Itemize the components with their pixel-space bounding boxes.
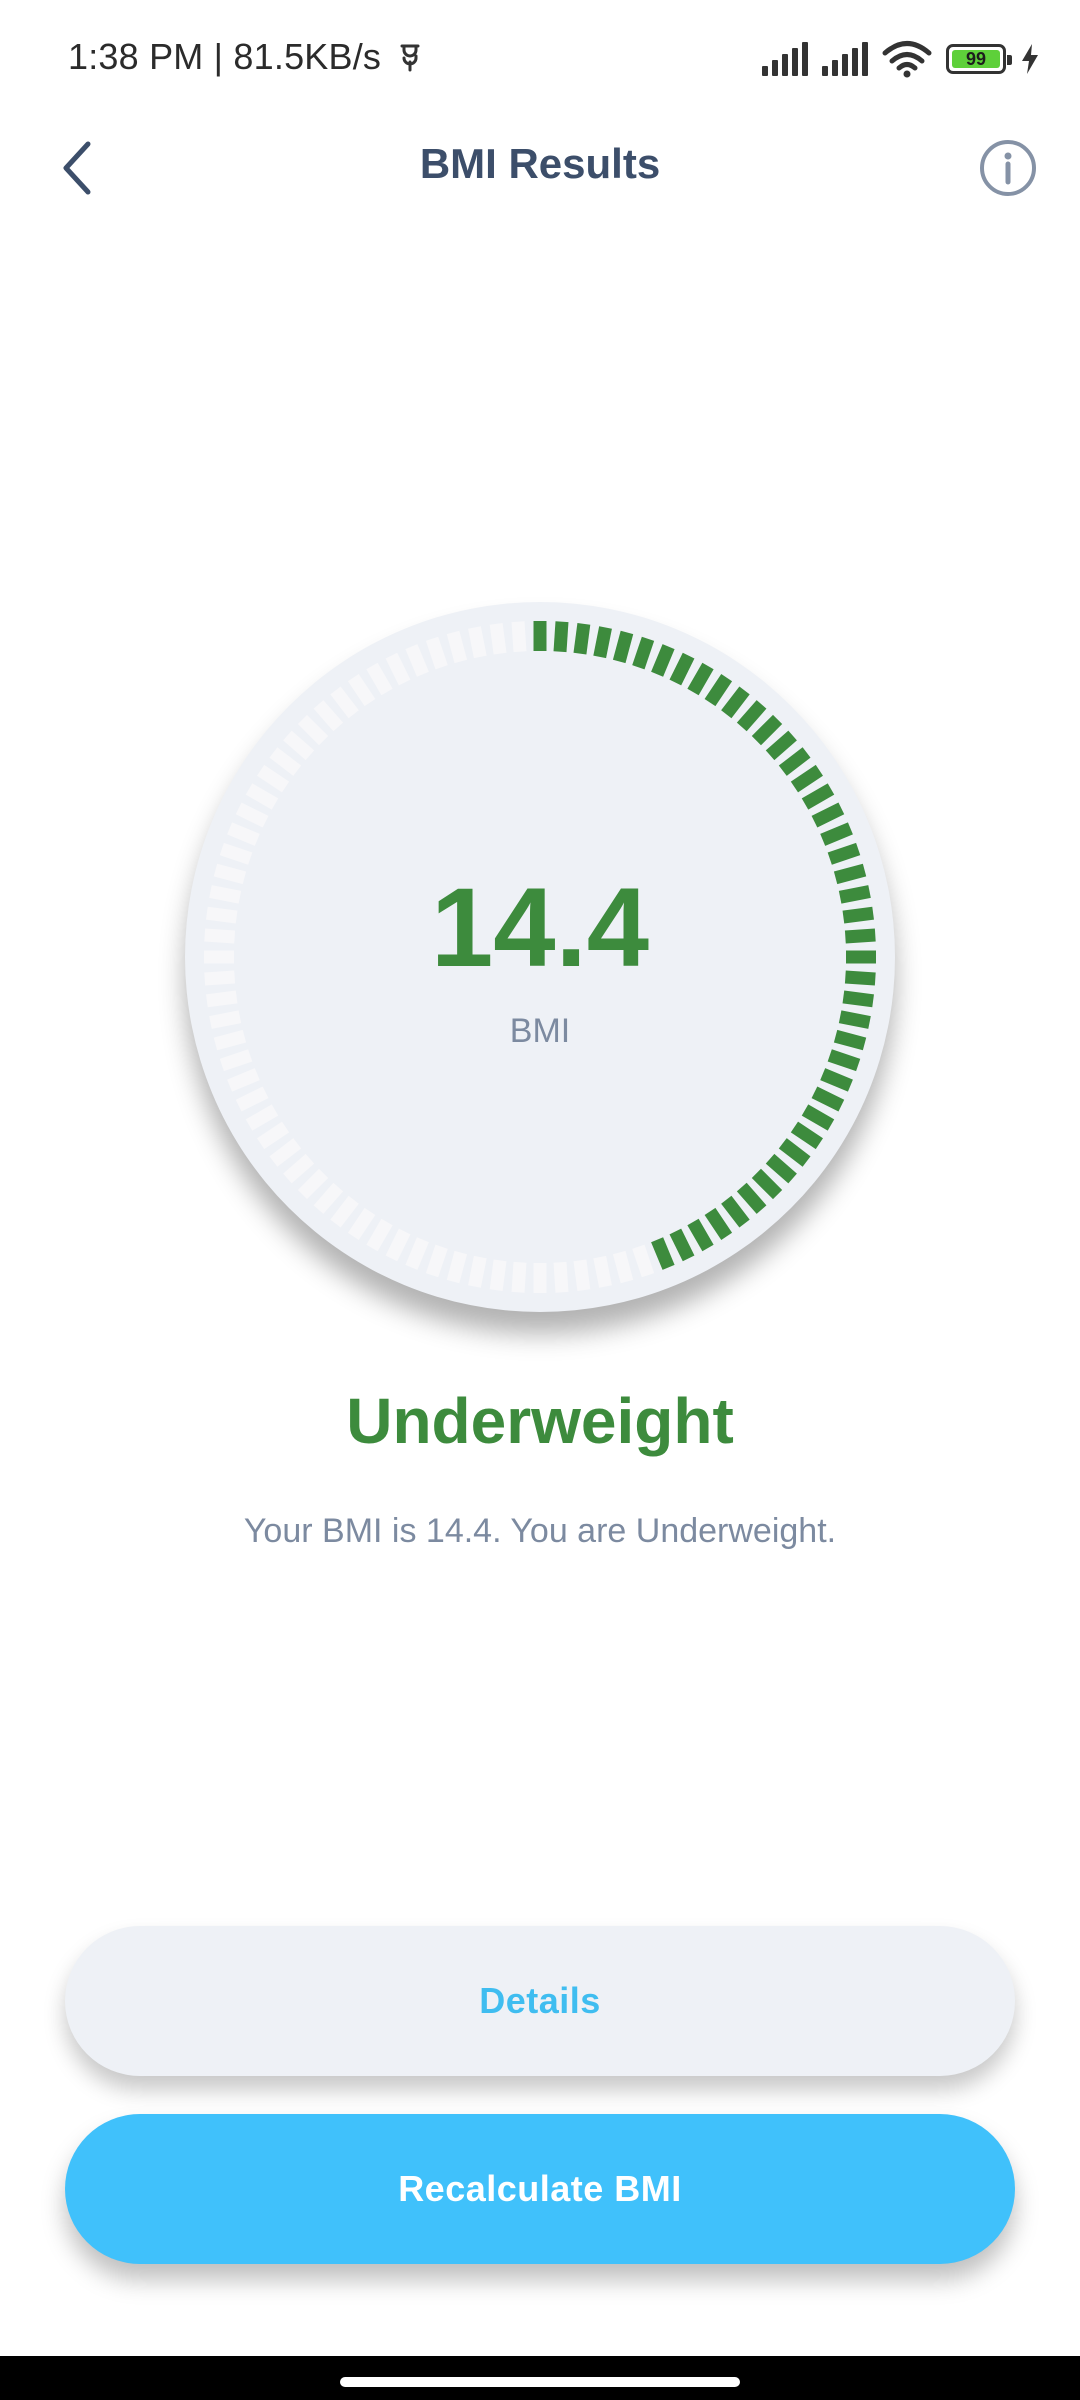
- gauge-tick-inactive: [468, 626, 487, 659]
- gauge-tick-active: [820, 1068, 853, 1092]
- gauge-tick-inactive: [347, 1207, 376, 1240]
- gauge-tick-inactive: [257, 1121, 290, 1150]
- gauge-tick-active: [765, 1153, 797, 1184]
- gauge-tick-active: [842, 990, 874, 1008]
- bmi-unit-label: BMI: [509, 1012, 571, 1050]
- wifi-icon: [882, 41, 932, 78]
- gauge-tick-active: [778, 1138, 811, 1167]
- gauge-tick-inactive: [235, 1086, 269, 1112]
- info-icon: [980, 140, 1036, 196]
- gauge-tick-inactive: [219, 1049, 253, 1072]
- gauge-tick-inactive: [235, 802, 269, 828]
- gauge-tick-active: [778, 747, 811, 776]
- gauge-tick-inactive: [405, 644, 429, 677]
- gauge-tick-inactive: [573, 1259, 591, 1291]
- gauge-tick-inactive: [269, 747, 302, 776]
- gauge-tick-inactive: [219, 842, 253, 865]
- gauge-tick-inactive: [511, 1261, 527, 1293]
- gauge-tick-active: [751, 714, 783, 746]
- details-button[interactable]: Details: [65, 1926, 1015, 2076]
- battery-icon: 99: [946, 44, 1012, 74]
- gauge-tick-inactive: [227, 822, 260, 846]
- gauge-tick-active: [687, 662, 714, 696]
- gauge-tick-inactive: [297, 714, 329, 746]
- gauge-tick-active: [827, 842, 861, 865]
- gauge-tick-active: [811, 802, 845, 828]
- gauge-tick-active: [801, 1104, 835, 1131]
- gauge-tick-inactive: [245, 1104, 279, 1131]
- gauge-tick-inactive: [385, 1228, 411, 1262]
- gauge-tick-inactive: [366, 1218, 393, 1252]
- gauge-tick-active: [669, 652, 695, 686]
- gauge-tick-active: [736, 1182, 767, 1214]
- gauge-tick-inactive: [283, 1153, 315, 1184]
- gauge-tick-active: [612, 630, 634, 664]
- gauge-tick-inactive: [385, 652, 411, 686]
- gauge-tick-active: [704, 1207, 733, 1240]
- gauge-tick-inactive: [245, 783, 279, 810]
- status-time: 1:38 PM | 81.5KB/s: [68, 36, 382, 77]
- gauge-tick-active: [801, 783, 835, 810]
- gauge-tick-inactive: [405, 1237, 429, 1270]
- gauge-tick-active: [553, 621, 569, 653]
- gauge-tick-inactive: [612, 1250, 634, 1284]
- gauge-tick-active: [721, 1195, 750, 1228]
- gauge-tick-inactive: [257, 764, 290, 793]
- home-indicator[interactable]: [340, 2377, 740, 2387]
- gauge-tick-inactive: [330, 1195, 359, 1228]
- status-bar: 1:38 PM | 81.5KB/s 99: [0, 0, 1080, 118]
- gauge-tick-inactive: [227, 1068, 260, 1092]
- app-header: BMI Results: [0, 118, 1080, 218]
- gauge-tick-inactive: [297, 1168, 329, 1200]
- gauge-tick-active: [687, 1218, 714, 1252]
- signal-icon: [762, 42, 808, 76]
- gauge-tick-inactive: [283, 730, 315, 761]
- gauge-tick-active: [651, 644, 675, 677]
- charging-icon: [1022, 44, 1038, 74]
- gauge-tick-inactive: [347, 674, 376, 707]
- gauge-tick-active: [632, 636, 655, 670]
- gauge-tick-inactive: [330, 686, 359, 719]
- gauge-tick-inactive: [489, 1259, 507, 1291]
- gauge-tick-inactive: [269, 1138, 302, 1167]
- battery-level: 99: [965, 49, 987, 69]
- gauge-tick-active: [827, 1049, 861, 1072]
- page-title: BMI Results: [419, 140, 661, 187]
- status-icons: 99: [762, 34, 1040, 84]
- info-button[interactable]: [972, 132, 1044, 204]
- gauge-tick-active: [790, 764, 823, 793]
- gauge-tick-inactive: [425, 1244, 448, 1278]
- recalculate-bmi-button[interactable]: Recalculate BMI: [65, 2114, 1015, 2264]
- gauge-tick-inactive: [593, 1255, 612, 1288]
- bmi-message: Your BMI is 14.4. You are Underweight.: [243, 1512, 837, 1550]
- gauge-tick-active: [811, 1086, 845, 1112]
- gauge-tick-inactive: [511, 621, 527, 653]
- gauge-tick-inactive: [468, 1255, 487, 1288]
- gauge-tick-active: [820, 822, 853, 846]
- gauge-tick-inactive: [313, 1182, 344, 1214]
- bmi-value: 14.4: [431, 865, 649, 990]
- notification-icon: [400, 44, 420, 72]
- gauge-tick-active: [704, 674, 733, 707]
- gauge-tick-active: [765, 730, 797, 761]
- gauge-tick-active: [669, 1228, 695, 1262]
- gauge-tick-inactive: [553, 1261, 569, 1293]
- gauge-tick-active: [651, 1237, 675, 1270]
- gauge-tick-active: [593, 626, 612, 659]
- gauge-tick-active: [721, 686, 750, 719]
- gauge-tick-inactive: [489, 623, 507, 655]
- gauge-tick-inactive: [632, 1244, 655, 1278]
- bmi-category: Underweight: [346, 1385, 734, 1457]
- gauge-tick-active: [573, 623, 591, 655]
- gauge-tick-inactive: [313, 700, 344, 732]
- gauge-tick-active: [736, 700, 767, 732]
- gauge-tick-active: [751, 1168, 783, 1200]
- gauge-tick-inactive: [366, 662, 393, 696]
- signal-icon: [822, 42, 868, 76]
- gauge-tick-inactive: [446, 1250, 468, 1284]
- gauge-tick-inactive: [206, 990, 238, 1008]
- gauge-tick-active: [790, 1121, 823, 1150]
- gauge-tick-inactive: [425, 636, 448, 670]
- gauge-tick-inactive: [446, 630, 468, 664]
